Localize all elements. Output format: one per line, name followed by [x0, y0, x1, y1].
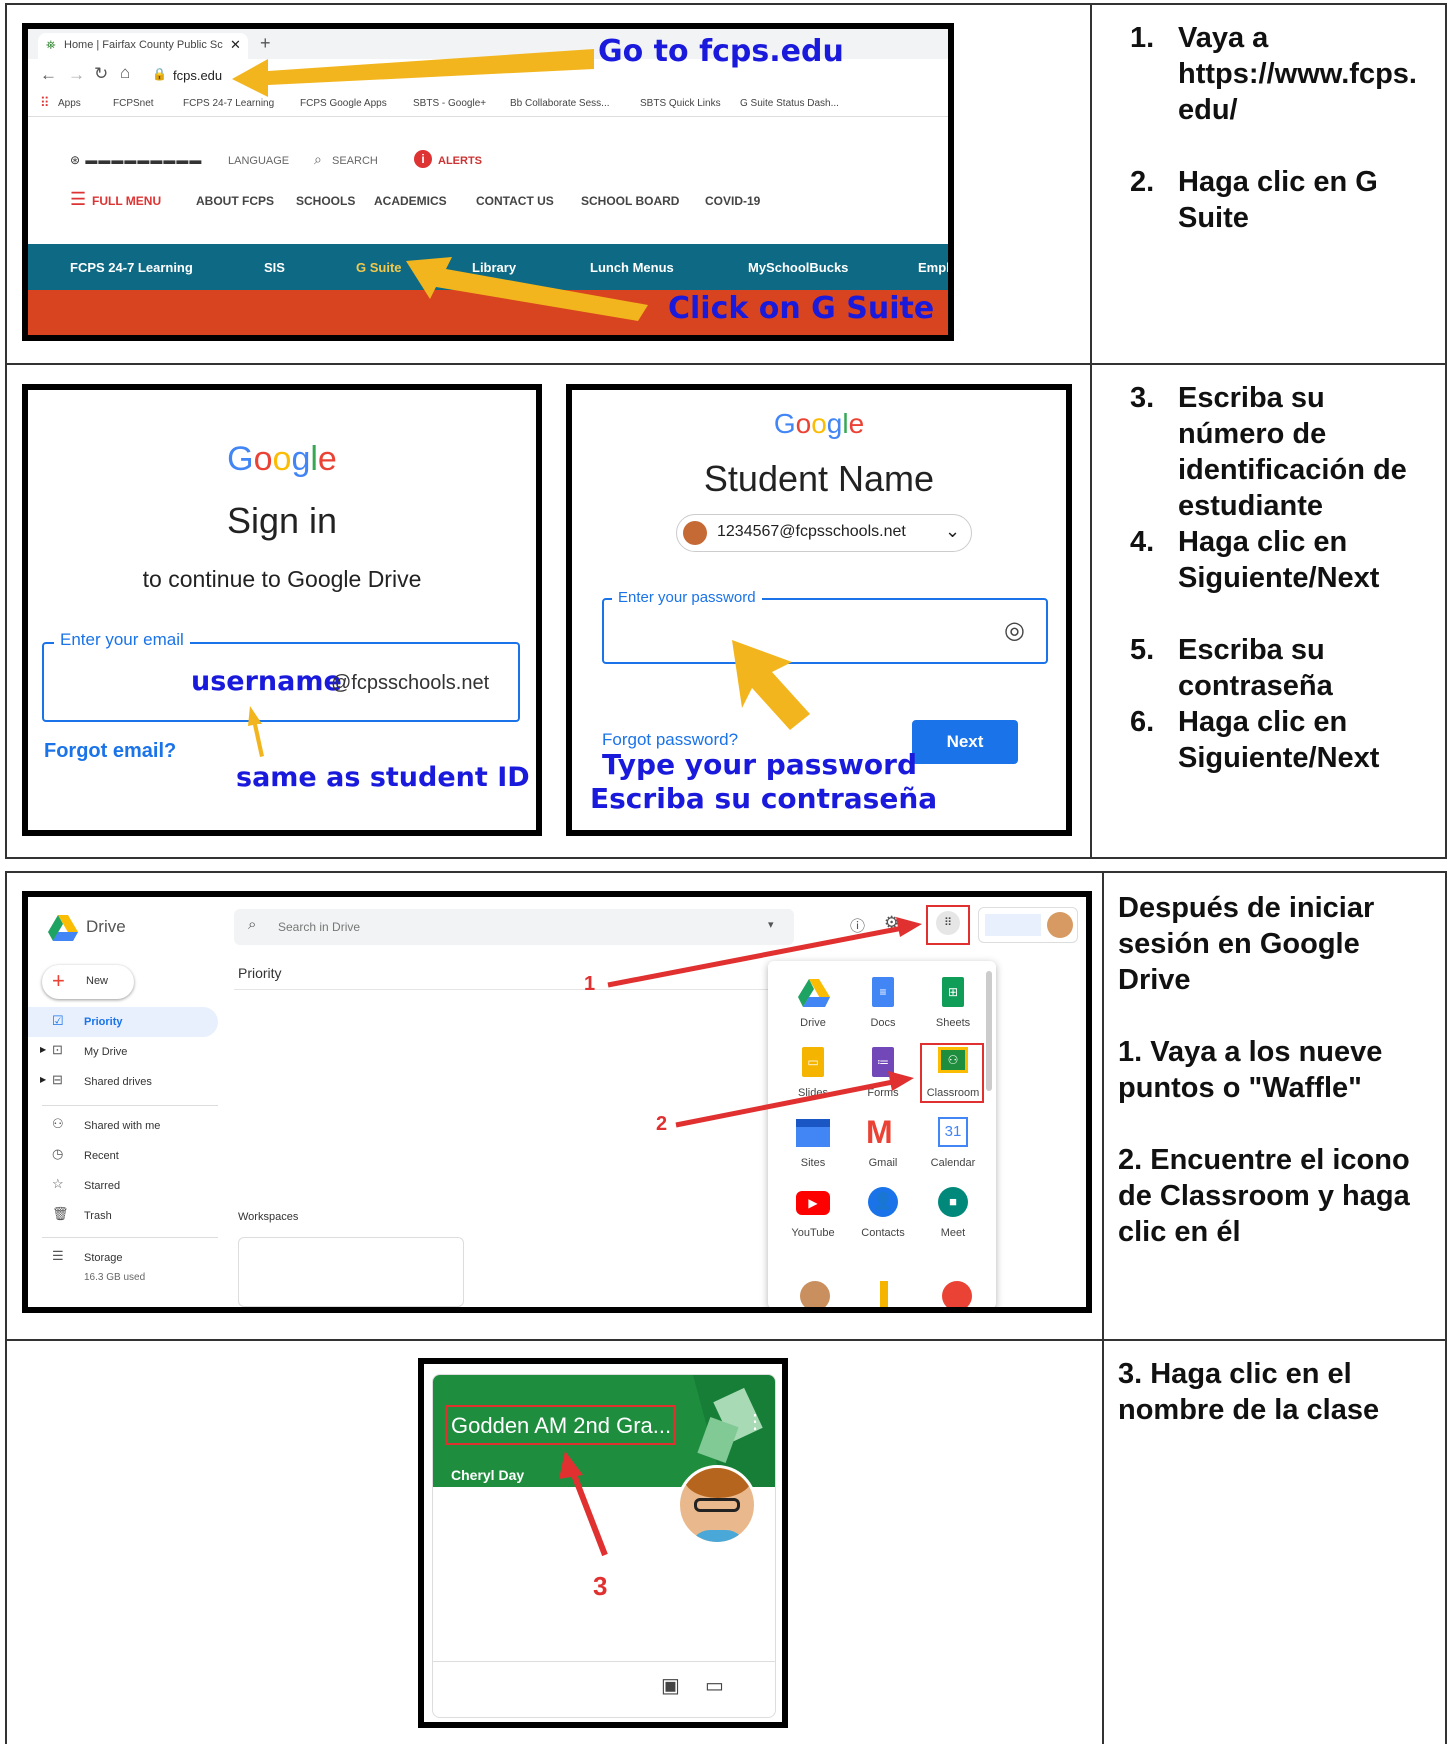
step-3-line-4: estudiante	[1178, 490, 1324, 522]
card-footer-divider	[433, 1661, 775, 1662]
table-border-left2	[5, 871, 7, 1744]
step-4-number: 4.	[1130, 526, 1155, 558]
step-5-line-1: Escriba su	[1178, 634, 1325, 666]
marker-3: 3	[593, 1571, 608, 1601]
row2-instructions: 3. Escriba su número de identificación d…	[1130, 380, 1440, 780]
table-border-row3a	[5, 871, 1447, 873]
forgot-email-link[interactable]: Forgot email?	[44, 740, 176, 763]
assignment-icon[interactable]: ▣	[661, 1673, 680, 1698]
escriba-password-note: Escriba su contraseña	[590, 782, 938, 815]
step-1-line-1: Vaya a	[1178, 22, 1269, 54]
red-annotation-arrows	[607, 917, 922, 1128]
step-6-number: 6.	[1130, 706, 1155, 738]
arrow-shape	[248, 706, 264, 757]
step-3-number: 3.	[1130, 382, 1155, 414]
marker-2: 2	[656, 1113, 668, 1135]
row4-instructions: 3. Haga clic en el nombre de la clase	[1118, 1356, 1438, 1446]
step-1-number: 1.	[1130, 22, 1155, 54]
step-4-line-2: Siguiente/Next	[1178, 562, 1380, 594]
row3-line-6: puntos o "Waffle"	[1118, 1072, 1362, 1104]
annotation-go-to: Go to fcps.edu	[598, 34, 844, 69]
table-column-divider	[1090, 3, 1092, 859]
row4-line-2: nombre de la clase	[1118, 1394, 1380, 1426]
row3-line-3: Drive	[1118, 964, 1191, 996]
arrow-3-head	[559, 1451, 583, 1479]
row3-line-2: sesión en Google	[1118, 928, 1360, 960]
arrow-1-head	[896, 917, 922, 937]
step-5-number: 5.	[1130, 634, 1155, 666]
table-border-top	[5, 3, 1447, 5]
step-2-line-2: Suite	[1178, 202, 1249, 234]
step-3-line-3: identificación de	[1178, 454, 1407, 486]
table-border-row1	[5, 363, 1447, 365]
arrow-2-line	[675, 1078, 899, 1128]
row3-line-1: Después de iniciar	[1118, 892, 1375, 924]
step-6-line-2: Siguiente/Next	[1178, 742, 1380, 774]
table-column-divider2	[1102, 871, 1104, 1744]
row3-line-10: clic en él	[1118, 1216, 1241, 1248]
table-border-right2	[1445, 871, 1447, 1744]
step-5-line-2: contraseña	[1178, 670, 1333, 702]
folder-icon[interactable]: ▭	[705, 1673, 724, 1698]
table-border-row3b	[5, 1339, 1447, 1341]
arrow-to-gsuite	[406, 257, 648, 321]
step-2-line-1: Haga clic en G	[1178, 166, 1378, 198]
step-3-line-2: número de	[1178, 418, 1327, 450]
row3-line-9: de Classroom y haga	[1118, 1180, 1410, 1212]
google-drive-screenshot: Drive ⌕ Search in Drive ▾ ⓘ ⚙ ⠿ + New ☑ …	[22, 891, 1092, 1313]
table-border-row2	[5, 857, 1447, 859]
step-6-line-1: Haga clic en	[1178, 706, 1348, 738]
step-1-line-2: https://www.fcps.	[1178, 58, 1417, 90]
fcps-browser-screenshot: ⛯ Home | Fairfax County Public Sc… ✕ + ←…	[22, 23, 954, 341]
same-as-student-id-note: same as student ID	[236, 762, 530, 793]
row3-spacer-2	[1118, 1106, 1438, 1142]
row3-line-8: 2. Encuentre el icono	[1118, 1144, 1410, 1176]
google-signin-screenshot: Google Sign in to continue to Google Dri…	[22, 384, 542, 836]
table-border-right	[1445, 3, 1447, 859]
arrow-to-url	[232, 49, 594, 97]
row3-line-5: 1. Vaya a los nueve	[1118, 1036, 1383, 1068]
row4-line-1: 3. Haga clic en el	[1118, 1358, 1352, 1390]
type-password-note: Type your password	[602, 748, 918, 781]
classroom-card-screenshot: Godden AM 2nd Gra... ⋮ Cheryl Day 3 ▣ ▭	[418, 1358, 788, 1728]
step-4-line-1: Haga clic en	[1178, 526, 1348, 558]
arrow-shape	[732, 640, 810, 730]
class-card[interactable]: Godden AM 2nd Gra... ⋮ Cheryl Day 3 ▣ ▭	[432, 1374, 776, 1718]
row1-instructions: 1. Vaya a https://www.fcps. edu/ 2. Haga…	[1130, 20, 1440, 340]
step-2-number: 2.	[1130, 166, 1155, 198]
google-password-screenshot: Google Student Name 1234567@fcpsschools.…	[566, 384, 1072, 836]
arrow-3-line	[568, 1465, 608, 1557]
annotation-click-gsuite: Click on G Suite	[668, 291, 935, 326]
red-arrow-classname	[559, 1451, 608, 1557]
row3-instructions: Después de iniciar sesión en Google Driv…	[1118, 890, 1438, 1290]
step-3-line-1: Escriba su	[1178, 382, 1325, 414]
arrow-1-line	[607, 924, 909, 988]
marker-1: 1	[584, 973, 596, 995]
annotation-arrows	[232, 49, 648, 321]
table-border-left	[5, 3, 7, 859]
step-1-line-3: edu/	[1178, 94, 1238, 126]
arrow-2-head	[888, 1071, 914, 1091]
row3-spacer-1	[1118, 998, 1438, 1034]
